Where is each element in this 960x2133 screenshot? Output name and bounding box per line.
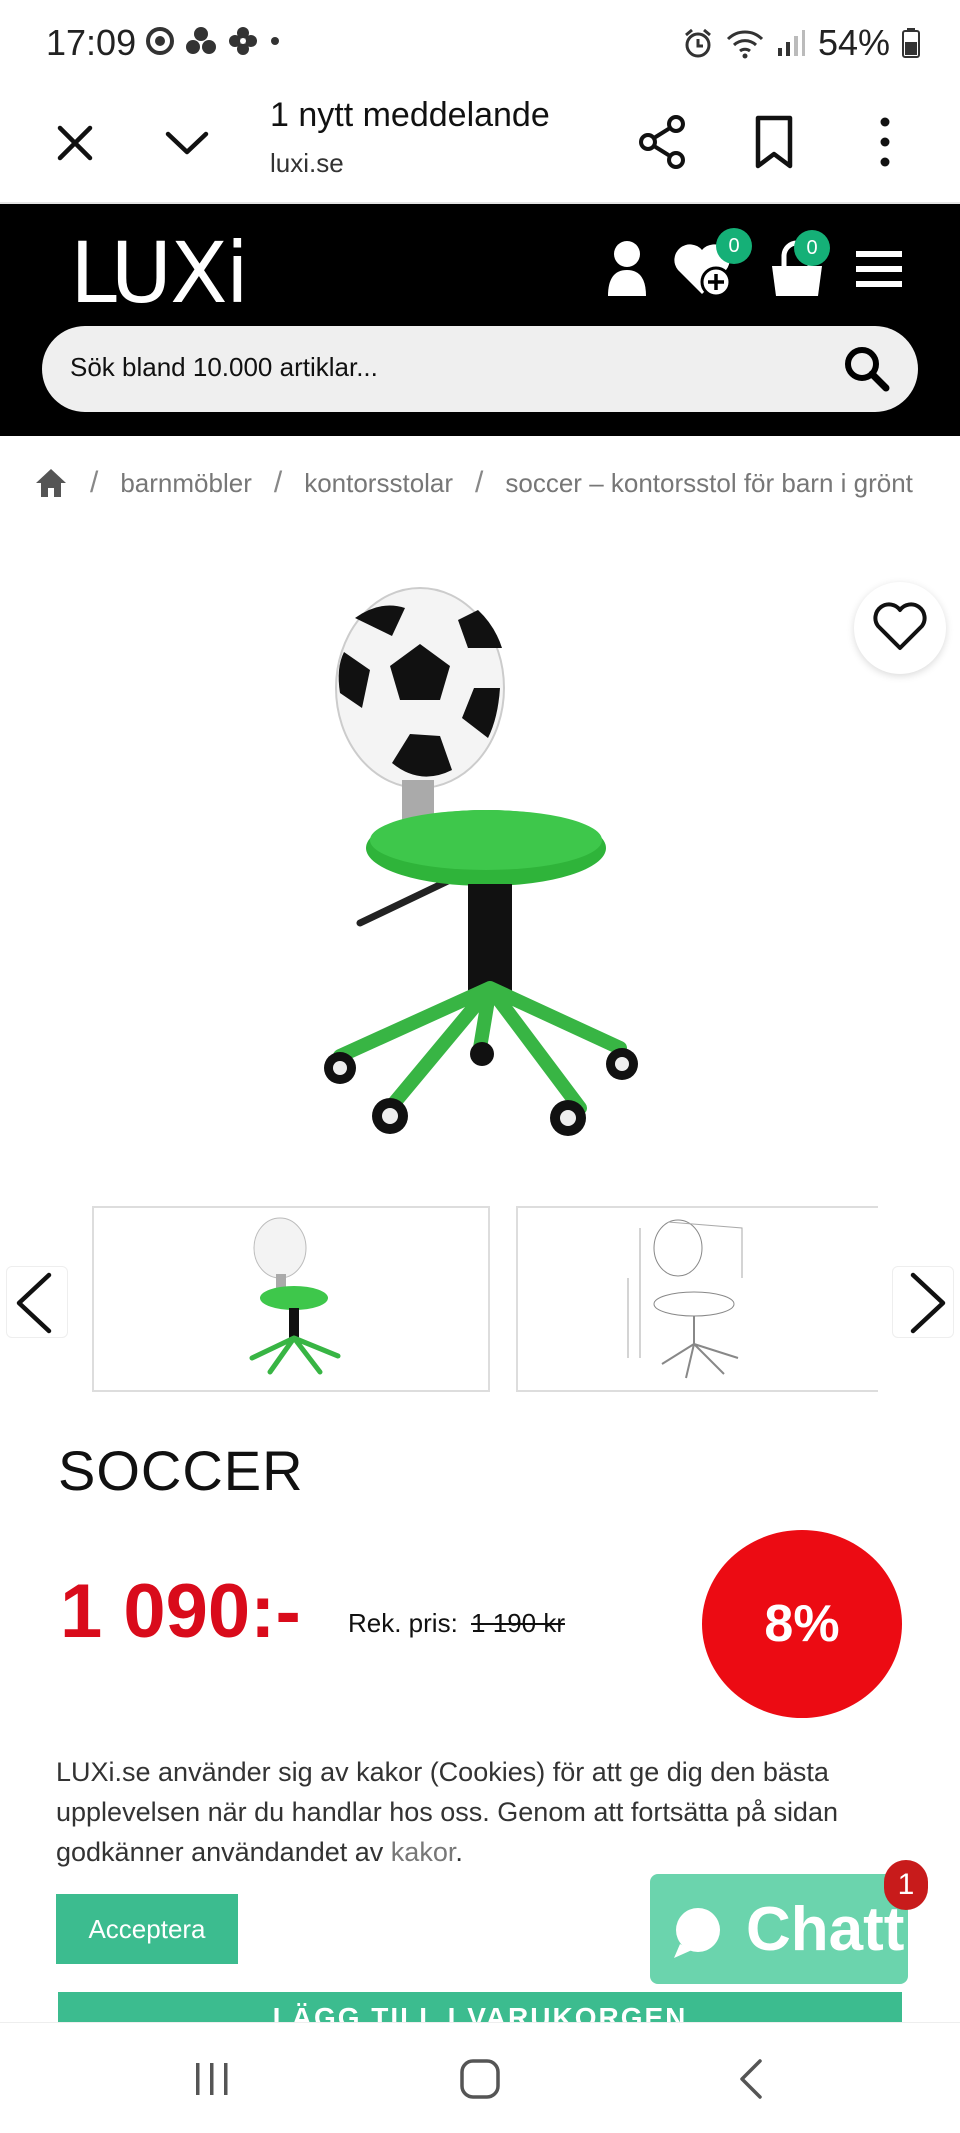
battery-icon [902,28,920,58]
thumbnail-dimensions[interactable] [516,1206,878,1392]
status-bar: 17:09 54% [0,0,960,88]
chat-unread-badge: 1 [884,1860,928,1910]
recent-apps-icon[interactable] [190,2059,234,2099]
browser-toolbar: 1 nytt meddelande luxi.se [0,88,960,204]
recommended-price-label: Rek. pris: [348,1608,458,1638]
close-icon[interactable] [50,118,100,168]
share-icon[interactable] [636,114,690,170]
cookie-policy-link[interactable]: kakor [391,1837,456,1867]
cart-count-badge: 0 [794,230,830,266]
breadcrumb-item-kontorsstolar[interactable]: kontorsstolar [304,468,453,499]
breadcrumb: / barnmöbler / kontorsstolar / soccer – … [34,466,913,500]
thumbnail-dimension-drawing [627,1219,743,1379]
chevron-left-icon [16,1272,52,1334]
breadcrumb-separator: / [475,466,484,499]
back-nav-icon[interactable] [734,2057,768,2101]
recommended-price-value: 1 190 kr [471,1608,565,1638]
thumbnail-photo[interactable] [92,1206,490,1392]
user-icon[interactable] [604,234,650,304]
chevron-down-icon[interactable] [160,118,214,168]
android-nav-bar [0,2022,960,2133]
battery-percent: 54% [817,22,890,63]
breadcrumb-item-current: soccer – kontorsstol för barn i grönt [505,467,913,498]
add-to-cart-label: LÄGG TILL I VARUKORGEN [272,2002,688,2022]
product-title: SOCCER [58,1439,304,1502]
browser-title: 1 nytt meddelande [270,96,550,134]
cookie-notice: LUXi.se använder sig av kakor (Cookies) … [56,1752,916,1872]
cluster-icon [186,27,216,54]
home-nav-icon[interactable] [458,2057,502,2101]
product-price: 1 090:- [60,1569,301,1654]
chat-label: Chatt [746,1895,905,1964]
thumbnail-prev-button[interactable] [6,1266,68,1338]
product-image[interactable] [0,548,960,1188]
search-input[interactable]: Sök bland 10.000 artiklar... [42,326,918,412]
cookie-notice-end: . [455,1837,463,1867]
status-notification-icons [146,26,282,56]
heart-icon [873,602,927,650]
breadcrumb-separator: / [273,466,283,499]
add-to-cart-button[interactable]: LÄGG TILL I VARUKORGEN [58,1992,902,2022]
status-right: 54% [682,22,920,64]
recommended-price: Rek. pris: 1 190 kr [348,1608,565,1639]
chat-button[interactable]: Chatt [650,1874,908,1984]
thumbnail-chair-image [249,1217,341,1375]
site-logo[interactable]: LUXi [70,224,249,322]
status-time: 17:09 [46,22,137,63]
add-to-wishlist-button[interactable] [854,582,946,674]
accept-cookies-button[interactable]: Acceptera [56,1894,238,1964]
chevron-right-icon [910,1272,946,1334]
discount-badge: 8% [702,1530,902,1718]
wifi-icon [726,30,763,59]
alarm-icon [684,28,711,58]
thumbnail-next-button[interactable] [892,1266,954,1338]
bookmark-icon[interactable] [752,114,796,170]
logo-text: LUXi [70,224,249,322]
chrome-icon [146,27,174,55]
breadcrumb-item-barnmobler[interactable]: barnmöbler [120,468,252,499]
browser-url[interactable]: luxi.se [270,148,344,179]
menu-icon[interactable] [856,234,902,304]
search-placeholder: Sök bland 10.000 artiklar... [70,352,378,382]
site-header: LUXi 0 0 Sök bland 10.000 artiklar... [0,204,960,436]
wishlist-count-badge: 0 [716,228,752,264]
signal-icon [777,30,805,56]
dot-icon [271,37,279,45]
more-vert-icon[interactable] [870,112,900,172]
flower-icon [229,27,257,55]
home-icon[interactable] [34,467,68,499]
breadcrumb-separator: / [90,466,99,499]
chat-bubble-icon [674,1908,720,1958]
search-icon[interactable] [842,344,892,394]
